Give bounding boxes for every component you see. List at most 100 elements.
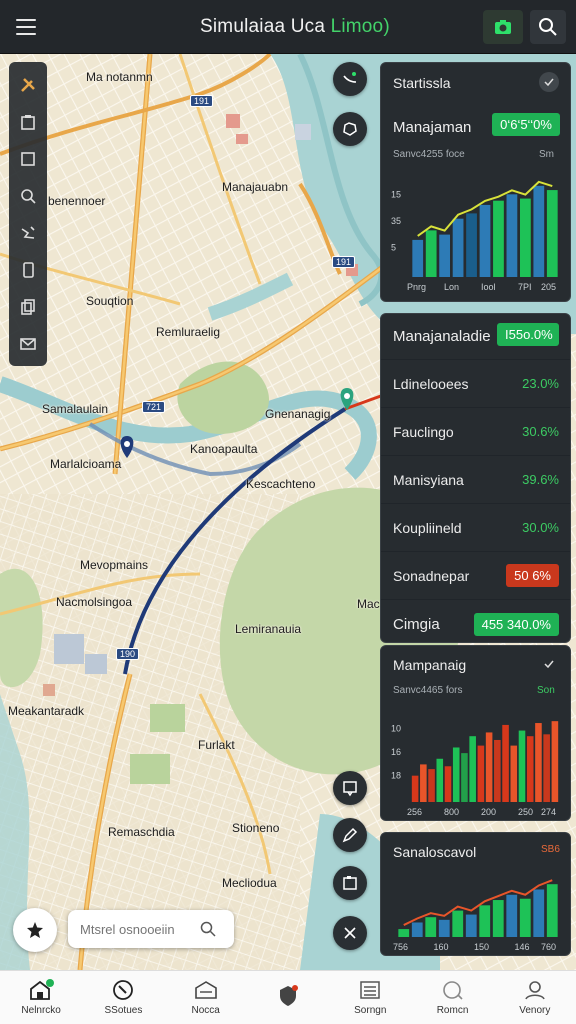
search-input[interactable]: [80, 921, 200, 937]
chart-bar: [438, 919, 450, 937]
chart-bar: [506, 194, 518, 277]
nav-item-home[interactable]: Nelnrcko: [0, 971, 82, 1024]
check-button[interactable]: [539, 654, 559, 674]
chart-bar: [469, 736, 476, 802]
list-item[interactable]: Koupliineld 30.0%: [381, 504, 570, 552]
chart-bar: [493, 200, 504, 277]
chart-bar: [494, 739, 501, 802]
chart-bar: [411, 775, 419, 802]
chart-bar: [466, 213, 477, 277]
map-label: Kescachteno: [246, 477, 316, 491]
map-label: Furlakt: [198, 738, 235, 752]
chart-subtitle: Sanvc4465 fors: [393, 685, 463, 696]
tool-button[interactable]: [9, 251, 47, 288]
chart-bar: [425, 917, 437, 937]
search-icon: [21, 188, 36, 204]
chart-bar: [444, 766, 452, 802]
chat-icon: [442, 981, 463, 1000]
list-item[interactable]: Manisyiana 39.6%: [381, 456, 570, 504]
camera-map-button[interactable]: [333, 866, 367, 900]
map-search-box[interactable]: [68, 910, 234, 948]
road-shield: 190: [116, 648, 140, 660]
message-button[interactable]: [333, 771, 367, 805]
road-shield: 721: [142, 401, 166, 413]
home-icon: [30, 979, 55, 1000]
bar-chart: 756 160 150 146 760: [393, 879, 558, 952]
y-tick-label: 5: [391, 243, 396, 253]
tool-button[interactable]: [9, 288, 47, 325]
chart-bar: [461, 753, 468, 802]
map-label: Meakantaradk: [8, 704, 85, 718]
list-item[interactable]: Ldinelooees 23.0%: [381, 360, 570, 408]
chart-bar: [425, 230, 437, 277]
tool-button[interactable]: [9, 325, 47, 362]
road-shield: 191: [332, 256, 356, 268]
chart-bar: [506, 894, 518, 937]
list-item[interactable]: Fauclingo 30.6%: [381, 408, 570, 456]
check-button[interactable]: [539, 72, 559, 92]
x-tick-label: Pnrg: [407, 282, 426, 292]
nav-item-list[interactable]: Sorngn: [329, 971, 411, 1024]
bar-chart: 10 16 18 256 800 200 250 274: [391, 721, 559, 817]
stats-panel: Mampanaig Sanvc4465 fors Son 10 16 18 256 80…: [380, 645, 571, 821]
chart-subtitle: Sanvc4255 foce: [393, 149, 465, 160]
x-tick-label: 256: [407, 807, 422, 817]
photo-icon: [343, 876, 357, 890]
panel-title: Startissla: [393, 75, 451, 91]
stats-panel: Sanaloscavol SB6 756 160 150 146 760: [380, 832, 571, 956]
app-root: Simulaiaa Uca Limoo) Ma notanmn benennoe…: [0, 0, 576, 1024]
chart-legend: Sm: [539, 149, 554, 160]
list-item[interactable]: Cimgia 455 340.0%: [381, 600, 570, 642]
chart-bar: [428, 769, 435, 802]
map-label: Lemiranauia: [235, 622, 302, 636]
map-label: Kanoapaulta: [190, 442, 258, 456]
chart-bar: [412, 239, 424, 277]
camera-icon: [495, 20, 511, 34]
menu-button[interactable]: [12, 13, 40, 41]
favorites-button[interactable]: [13, 908, 57, 952]
chart-legend: SB6: [541, 844, 560, 855]
search-button[interactable]: [530, 10, 566, 44]
close-button[interactable]: [333, 916, 367, 950]
close-icon: [344, 927, 356, 939]
nav-item-profile[interactable]: Venory: [494, 971, 576, 1024]
compass-button[interactable]: [333, 62, 367, 96]
nav-item-shield[interactable]: [247, 971, 329, 1024]
inbox-icon: [194, 981, 217, 999]
tool-button[interactable]: [9, 66, 47, 103]
map-label: Mecliodua: [222, 876, 277, 890]
nav-item-chat[interactable]: Romcn: [411, 971, 493, 1024]
chart-bar: [452, 910, 464, 937]
y-tick-label: 35: [391, 216, 401, 226]
x-tick-label: Iool: [481, 282, 496, 292]
star-icon: [27, 922, 43, 938]
tool-button[interactable]: [9, 103, 47, 140]
list-item[interactable]: Sonadnepar 50 6%: [381, 552, 570, 600]
tool-button[interactable]: [9, 214, 47, 251]
bar-chart: 15 35 5 Pnrg Lon Iool 7PI 205: [391, 180, 558, 292]
camera-button[interactable]: [483, 10, 523, 44]
chart-bar: [502, 724, 509, 802]
tool-button[interactable]: [9, 177, 47, 214]
nav-item-inbox[interactable]: Nocca: [165, 971, 247, 1024]
tool-button[interactable]: [9, 140, 47, 177]
status-badge: 455 340.0%: [473, 612, 559, 636]
chart-bar: [519, 198, 531, 277]
top-bar: Simulaiaa Uca Limoo): [0, 0, 576, 54]
chart-bar: [526, 736, 534, 802]
draw-button[interactable]: [333, 818, 367, 852]
x-tick-label: 205: [541, 282, 556, 292]
x-tick-label: 760: [541, 942, 556, 952]
badge-button[interactable]: [333, 112, 367, 146]
route-icon: [21, 225, 35, 239]
list-title: Manajanaladie: [393, 328, 491, 345]
chart-bar: [519, 898, 531, 937]
check-icon: [544, 660, 554, 669]
y-tick-label: 15: [391, 190, 401, 200]
map-toolbar: [9, 62, 47, 366]
phone-icon: [23, 261, 34, 278]
chart-bar: [551, 721, 559, 802]
x-tick-label: 150: [474, 942, 489, 952]
chart-bar: [439, 234, 451, 277]
nav-item-routes[interactable]: SSotues: [82, 971, 164, 1024]
